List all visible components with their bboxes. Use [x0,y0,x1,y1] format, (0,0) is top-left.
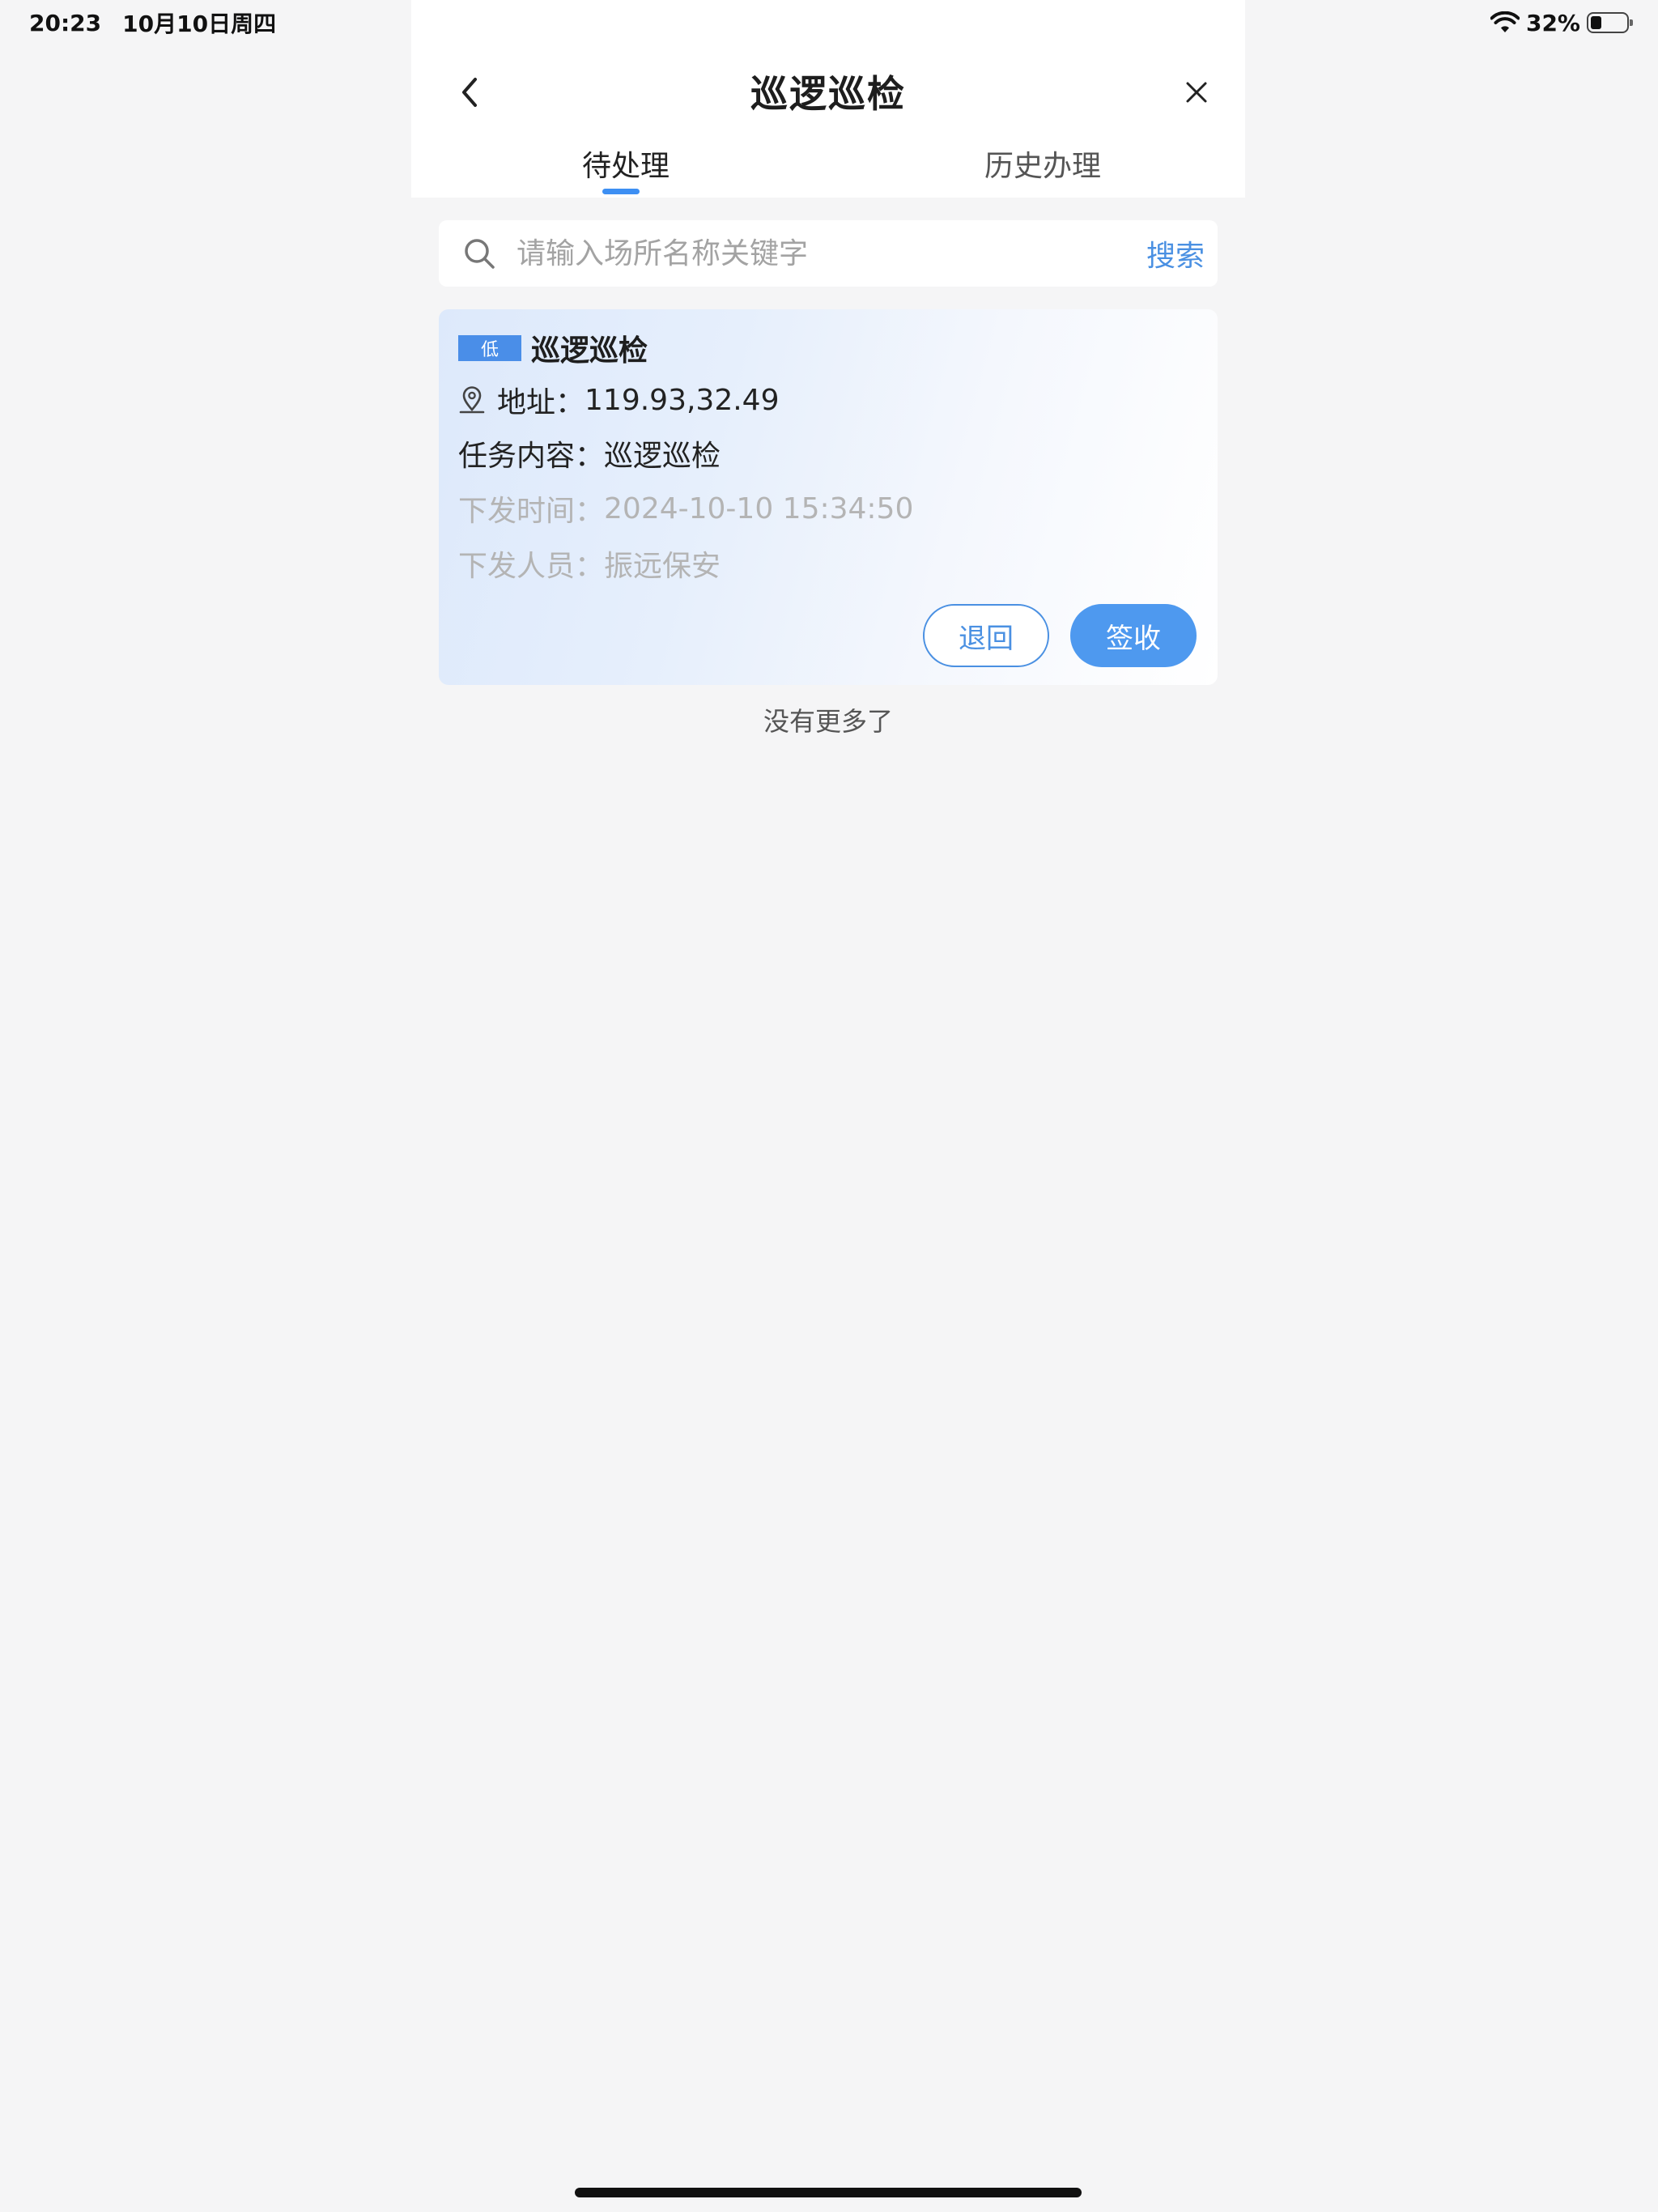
issuer-value: 振远保安 [604,550,721,583]
location-pin-icon [459,386,485,414]
close-button[interactable] [1171,66,1222,118]
search-icon [465,239,495,269]
status-date: 10月10日周四 [122,11,277,37]
task-content-row: 任务内容： 巡逻巡检 [458,432,721,474]
page-title: 巡逻巡检 [750,72,906,116]
task-card[interactable]: 低 巡逻巡检 地址： 119.93,32.49 任务内容： 巡逻巡检 下发时间：… [439,309,1218,685]
status-time: 20:23 [29,9,102,36]
address-label: 地址： [497,386,585,419]
task-title: 巡逻巡检 [531,334,648,368]
tab-history[interactable]: 历史办理 [962,143,1124,198]
task-card-header: 低 巡逻巡检 [458,327,648,369]
issue-time-label: 下发时间： [458,495,605,528]
task-address-row: 地址： 119.93,32.49 [458,379,779,421]
task-content-label: 任务内容： [458,440,605,473]
issuer-label: 下发人员： [458,550,605,583]
patrol-panel: 巡逻巡检 待处理 历史办理 搜索 低 巡逻巡检 [411,0,1245,2212]
issue-time-row: 下发时间： 2024-10-10 15:34:50 [458,487,913,530]
status-bar-right: 32% [1490,6,1633,39]
active-tab-indicator [602,189,640,194]
address-value: 119.93,32.49 [585,383,780,417]
header: 巡逻巡检 待处理 历史办理 [411,0,1245,198]
search-input[interactable] [517,236,1146,270]
status-bar-left: 20:23 10月10日周四 [29,6,276,39]
battery-level [1591,16,1601,29]
list-end-text: 没有更多了 [763,706,893,737]
search-button[interactable]: 搜索 [1146,232,1205,274]
task-content-value: 巡逻巡检 [604,440,721,473]
sign-button[interactable]: 签收 [1070,604,1197,667]
wifi-icon [1490,11,1520,32]
priority-badge: 低 [458,335,521,361]
close-icon [1186,82,1207,103]
home-indicator[interactable] [575,2188,1082,2197]
tab-bar: 待处理 历史办理 [411,143,1245,198]
search-bar: 搜索 [439,220,1218,287]
battery-percent: 32% [1525,9,1580,36]
return-button[interactable]: 退回 [923,604,1049,667]
battery-icon [1587,12,1633,33]
issuer-row: 下发人员： 振远保安 [458,542,721,585]
issue-time-value: 2024-10-10 15:34:50 [604,491,914,525]
